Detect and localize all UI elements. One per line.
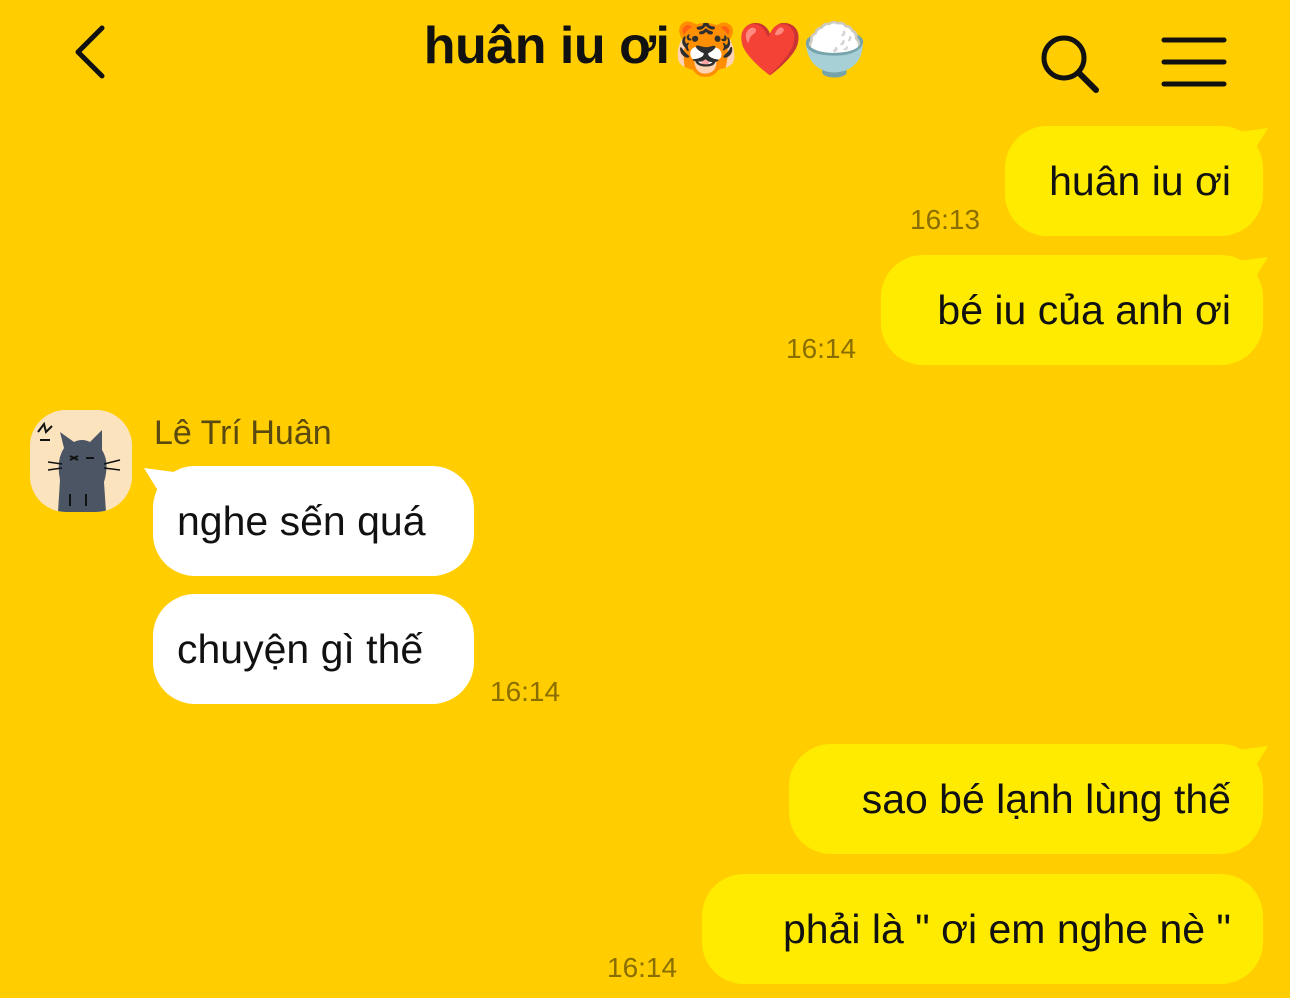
cat-avatar-icon [30,410,132,512]
chat-screen: huân iu ơi🐯❤️🍚 huân iu ơi 16:13 bé iu củ… [0,0,1290,998]
sender-name: Lê Trí Huân [154,414,332,452]
contact-avatar[interactable] [30,410,132,512]
message-bubble-incoming[interactable]: chuyện gì thế [153,594,474,704]
message-text: chuyện gì thế [177,625,424,672]
search-icon [1041,35,1099,93]
message-timestamp: 16:14 [490,676,561,707]
message-bubble-incoming[interactable]: nghe sến quá [153,466,474,576]
menu-button[interactable] [1158,32,1230,92]
message-bubble-outgoing[interactable]: bé iu của anh ơi [881,255,1263,365]
search-button[interactable] [1036,30,1102,96]
message-timestamp: 16:14 [607,952,678,983]
message-text: huân iu ơi [1049,157,1231,204]
message-text: nghe sến quá [177,497,426,544]
chat-title-text: huân iu ơi [423,17,670,75]
message-timestamp: 16:13 [910,204,981,235]
message-text: phải là " ơi em nghe nè " [782,905,1231,952]
title-emojis: 🐯❤️🍚 [673,20,867,79]
message-text: bé iu của anh ơi [937,286,1231,333]
message-timestamp: 16:14 [786,333,857,364]
message-bubble-outgoing[interactable]: huân iu ơi [1005,126,1263,236]
hamburger-menu-icon [1161,37,1227,87]
message-bubble-outgoing[interactable]: sao bé lạnh lùng thế [789,744,1263,854]
message-bubble-outgoing[interactable]: phải là " ơi em nghe nè " [702,874,1263,984]
chat-header: huân iu ơi🐯❤️🍚 [0,0,1290,110]
message-text: sao bé lạnh lùng thế [861,775,1231,822]
